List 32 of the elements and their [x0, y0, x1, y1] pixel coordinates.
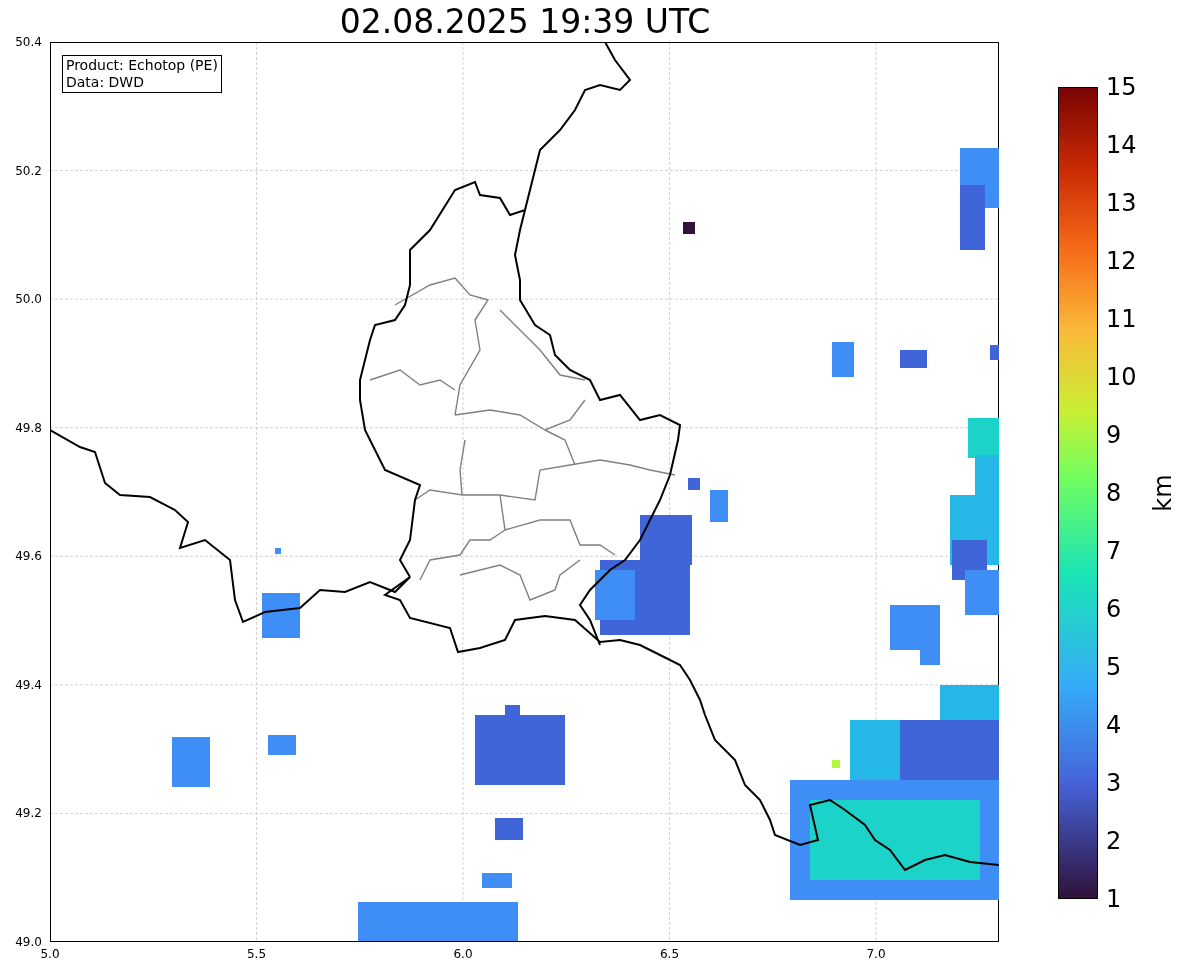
- y-tick-label: 49.6: [15, 550, 42, 563]
- info-text: Product: Echotop (PE): [65, 57, 218, 74]
- colorbar-tick-label: 1: [1106, 887, 1122, 911]
- chart-title: 02.08.2025 19:39 UTC: [339, 4, 711, 38]
- colorbar-tick-label: 6: [1106, 597, 1122, 621]
- colorbar-tick-label: 9: [1106, 423, 1122, 447]
- y-tick-label: 50.4: [15, 36, 42, 48]
- x-tick-label: 5.0: [40, 948, 60, 960]
- colorbar-tick-label: 12: [1106, 249, 1137, 273]
- colorbar-tick-label: 3: [1106, 771, 1122, 795]
- x-tick-label: 5.5: [246, 948, 267, 960]
- y-tick-label: 50.0: [15, 293, 42, 306]
- colorbar-tick-label: 8: [1106, 481, 1122, 505]
- colorbar-tick-label: 13: [1106, 191, 1137, 215]
- colorbar-tick-label: 4: [1106, 713, 1122, 737]
- colorbar-tick-label: 5: [1106, 655, 1122, 679]
- colorbar-tick-label: 7: [1106, 539, 1122, 563]
- colorbar-tick-label: 2: [1106, 829, 1122, 853]
- colorbar-tick-label: 11: [1106, 307, 1137, 331]
- info-text: Data: DWD: [65, 74, 145, 91]
- y-tick-label: 49.2: [15, 807, 42, 820]
- colorbar-tick-label: 10: [1106, 365, 1137, 389]
- x-tick-label: 6.0: [453, 948, 473, 960]
- x-tick-label: 7.0: [866, 948, 886, 960]
- y-tick-label: 49.0: [15, 936, 42, 948]
- colorbar-label: km: [1151, 474, 1175, 512]
- colorbar-tick-label: 14: [1106, 133, 1137, 157]
- y-tick-label: 49.8: [15, 421, 42, 434]
- y-tick-label: 50.2: [15, 164, 42, 177]
- colorbar-tick-label: 15: [1106, 75, 1137, 99]
- y-tick-label: 49.4: [15, 678, 42, 691]
- x-tick-label: 6.5: [659, 948, 680, 960]
